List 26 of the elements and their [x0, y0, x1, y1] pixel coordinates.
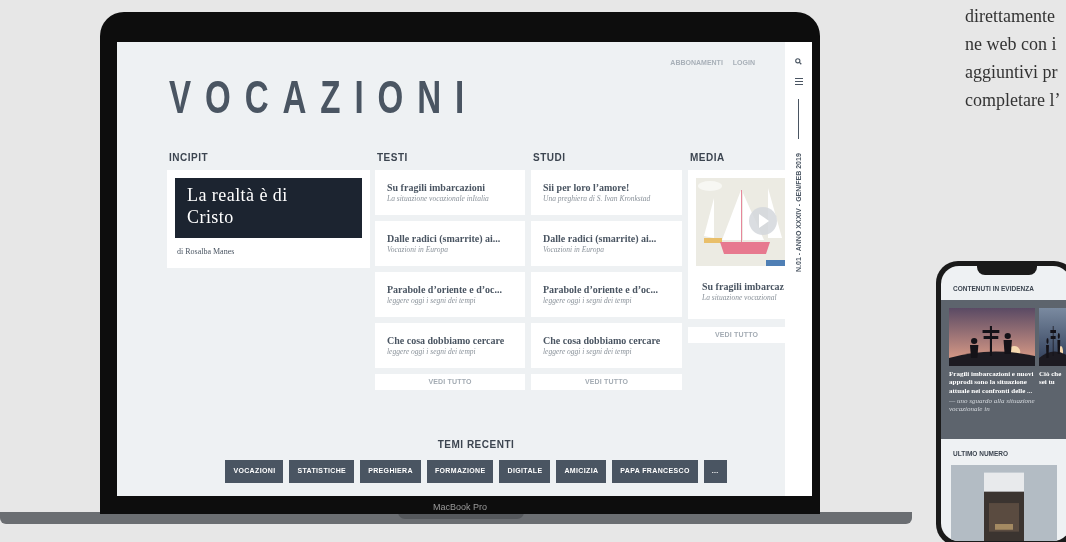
article-title: Sii per loro l’amore! [543, 181, 631, 194]
author-name: di Rosalba Manes [177, 246, 236, 258]
body-text: direttamente [965, 5, 1056, 28]
feature-title: La realtà è di Cristo [187, 184, 289, 228]
article-title: Che cosa dobbiamo cercare [387, 334, 506, 347]
body-text: ne web con i [965, 33, 1058, 56]
article-title: Parabole d’oriente e d’oc... [387, 283, 503, 296]
article-title: Su fragili imbarcaz [702, 280, 785, 293]
article-title: Su fragili imbarcazioni [387, 181, 487, 194]
article-title: Parabole d’oriente e d’oc... [543, 283, 659, 296]
section-heading: INCIPIT [169, 151, 210, 165]
feature-card[interactable]: La realtà è di Cristo di Rosalba Manes [167, 170, 370, 268]
article-title: Dalle radici (smarrite) ai... [543, 232, 658, 245]
body-text: completare l’ [965, 89, 1061, 112]
body-text: aggiuntivi pr [965, 61, 1059, 84]
section-heading: STUDI [533, 151, 567, 165]
search-icon[interactable] [795, 58, 802, 65]
section-heading: TESTI [377, 151, 409, 165]
article-title: Che cosa dobbiamo cercare [543, 334, 662, 347]
section-heading: MEDIA [690, 151, 726, 165]
brand-label: MacBook Pro [432, 501, 488, 514]
site-title: VOCAZIONI [169, 74, 479, 120]
phone-notch [977, 266, 1037, 275]
section-heading: TEMI RECENTI [437, 438, 515, 452]
article-title: Dalle radici (smarrite) ai... [387, 232, 502, 245]
menu-icon[interactable] [794, 78, 803, 85]
